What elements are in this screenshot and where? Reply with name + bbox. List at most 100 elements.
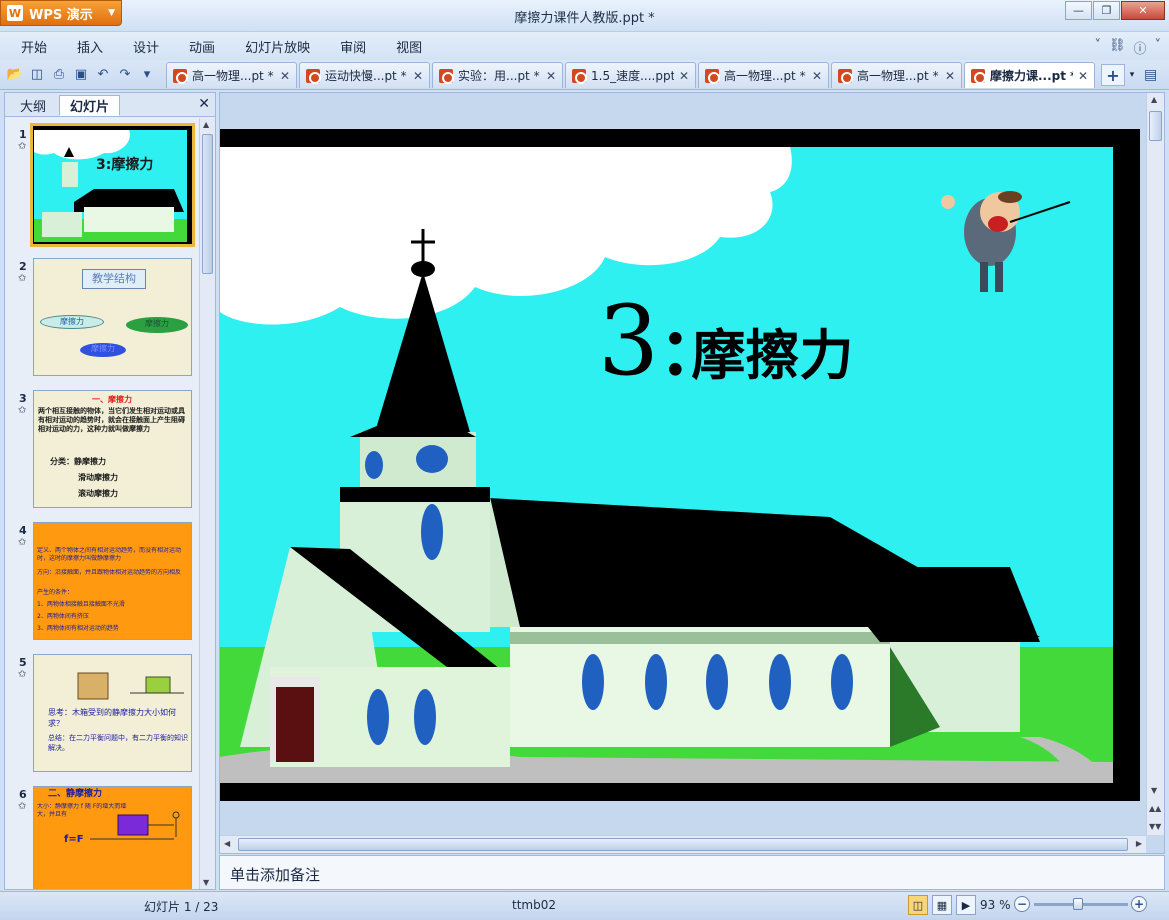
close-icon[interactable]: ✕: [679, 69, 689, 83]
help-icon[interactable]: ⓘ: [1133, 38, 1146, 57]
doc-tab[interactable]: 高一物理...pt * ✕: [166, 62, 297, 88]
prev-slide-icon[interactable]: ▲▲: [1149, 804, 1161, 813]
quick-tools: 📂 ◫ ⎙ ▣ ↶ ↷ ▾: [6, 65, 156, 83]
close-icon[interactable]: ✕: [280, 69, 290, 83]
star-icon: ✩: [18, 405, 27, 416]
menu-design[interactable]: 设计: [133, 37, 159, 56]
chevron-down-icon[interactable]: ▾: [1126, 64, 1138, 86]
thumbnail-row[interactable]: 1 ✩ 3:摩擦力: [5, 122, 200, 248]
add-tab-icon[interactable]: +: [1101, 64, 1125, 86]
normal-view-icon[interactable]: ◫: [908, 895, 928, 915]
save-icon[interactable]: ◫: [28, 65, 46, 83]
menu-slideshow[interactable]: 幻灯片放映: [245, 37, 310, 56]
doc-tab[interactable]: 运动快慢...pt * ✕: [299, 62, 430, 88]
doc-tab[interactable]: 实验：用...pt * ✕: [432, 62, 563, 88]
doc-tab[interactable]: 高一物理...pt * ✕: [831, 62, 962, 88]
maximize-button[interactable]: ❐: [1093, 1, 1120, 20]
slide-title-text: 摩擦力: [691, 324, 854, 387]
slide-thumbnail[interactable]: 定义、两个物体之间有相对运动趋势，而没有相对运动时，这时的摩擦力叫做静摩擦力 方…: [33, 522, 192, 640]
tab-outline[interactable]: 大纲: [9, 95, 57, 116]
thumbnail-row[interactable]: 3 ✩ 一、摩擦力 两个相互接触的物体，当它们发生相对运动或具有相对运动的趋势时…: [5, 386, 200, 512]
document-tabs: 高一物理...pt * ✕ 运动快慢...pt * ✕ 实验：用...pt * …: [166, 62, 1095, 88]
thumbnail-text: 产生的条件：: [37, 589, 74, 596]
slide-horizontal-scrollbar[interactable]: ◀ ▶: [220, 835, 1146, 853]
menu-review[interactable]: 审阅: [340, 37, 366, 56]
force-diagram-icon: [90, 811, 180, 840]
undo-icon[interactable]: ↶: [94, 65, 112, 83]
menu-home[interactable]: 开始: [21, 37, 47, 56]
thumbnail-scrollbar[interactable]: ▲ ▼: [199, 118, 215, 889]
window-title: 摩擦力课件人教版.ppt *: [514, 11, 655, 26]
ppt-file-icon: [838, 68, 853, 84]
doc-tab-label: 1.5_速度....ppt *: [591, 69, 674, 83]
thumbnail-number: 2: [19, 260, 27, 273]
doc-tab-label: 运动快慢...pt *: [325, 69, 407, 83]
slide-sorter-icon[interactable]: ▦: [932, 895, 952, 915]
slide-thumbnail[interactable]: 思考：木箱受到的静摩擦力大小如何求？ 总结：在二力平衡问题中，有二力平衡的知识解…: [33, 654, 192, 772]
doc-tab-active[interactable]: 摩擦力课...pt * ✕: [964, 62, 1095, 88]
close-icon[interactable]: ✕: [945, 69, 955, 83]
menu-right-tools: ˅ ⛓ ⓘ ˅: [1094, 38, 1161, 57]
slide-indicator: 幻灯片 1 / 23: [144, 900, 219, 914]
thumbnail-row[interactable]: 5 ✩ 思考：木箱受到的静摩擦力大小如何求？ 总结：在二力平衡问题中，有二力平衡…: [5, 650, 200, 776]
slide-thumbnail[interactable]: 二、静摩擦力 大小：静摩擦力 f 随 F的增大而增大，并且有 f=F: [33, 786, 192, 889]
menu-animation[interactable]: 动画: [189, 37, 215, 56]
chevron-down-icon[interactable]: ˅: [1155, 38, 1162, 57]
next-slide-icon[interactable]: ▼▼: [1149, 822, 1161, 831]
menu-view[interactable]: 视图: [396, 37, 422, 56]
current-slide[interactable]: 3:摩擦力: [220, 129, 1140, 801]
close-icon[interactable]: ✕: [546, 69, 556, 83]
close-icon[interactable]: ✕: [198, 96, 210, 112]
scrollbar-thumb[interactable]: [238, 838, 1128, 851]
close-icon[interactable]: ✕: [812, 69, 822, 83]
scroll-up-icon[interactable]: ▲: [203, 120, 209, 129]
close-icon[interactable]: ✕: [413, 69, 423, 83]
tab-list-icon[interactable]: ▤: [1144, 64, 1164, 86]
slide-canvas: 3:摩擦力: [220, 147, 1113, 783]
thumbnail-row[interactable]: 4 ✩ 定义、两个物体之间有相对运动趋势，而没有相对运动时，这时的摩擦力叫做静摩…: [5, 518, 200, 644]
print-icon[interactable]: ⎙: [50, 65, 68, 83]
slide-vertical-scrollbar[interactable]: ▲ ▼ ▲▲ ▼▼: [1146, 93, 1164, 835]
church-thumb-icon: [34, 127, 191, 243]
slideshow-icon[interactable]: ▶: [956, 895, 976, 915]
star-icon: ✩: [18, 669, 27, 680]
zoom-level[interactable]: 93 %: [980, 898, 1011, 912]
tab-slides[interactable]: 幻灯片: [59, 95, 121, 116]
notes-pane[interactable]: 单击添加备注: [219, 855, 1165, 890]
scroll-down-icon[interactable]: ▼: [203, 878, 209, 887]
thumbnail-row[interactable]: 6 ✩ 二、静摩擦力 大小：静摩擦力 f 随 F的增大而增大，并且有 f=F: [5, 782, 200, 889]
slide-thumbnail[interactable]: 3:摩擦力: [30, 123, 195, 247]
star-icon: ✩: [18, 141, 27, 152]
redo-icon[interactable]: ↷: [116, 65, 134, 83]
thumbnail-text: 教学结构: [82, 269, 146, 289]
close-icon[interactable]: ✕: [1078, 69, 1088, 83]
scrollbar-thumb[interactable]: [1149, 111, 1162, 141]
chevron-down-icon[interactable]: ˅: [1094, 38, 1101, 57]
doc-tab[interactable]: 1.5_速度....ppt * ✕: [565, 62, 696, 88]
thumbnail-text: 定义、两个物体之间有相对运动趋势，而没有相对运动时，这时的摩擦力叫做静摩擦力: [37, 547, 182, 562]
thumbnail-text: 思考：木箱受到的静摩擦力大小如何求？: [48, 708, 176, 728]
scroll-right-icon[interactable]: ▶: [1136, 839, 1142, 848]
thumbnail-number: 3: [19, 392, 27, 405]
open-icon[interactable]: 📂: [6, 65, 24, 83]
customize-toolbar-icon[interactable]: ▾: [138, 65, 156, 83]
preview-icon[interactable]: ▣: [72, 65, 90, 83]
doc-tab[interactable]: 高一物理...pt * ✕: [698, 62, 829, 88]
close-window-button[interactable]: ✕: [1121, 1, 1165, 20]
thumbnail-text: 二、静摩擦力: [48, 789, 103, 799]
zoom-in-button[interactable]: +: [1131, 896, 1147, 912]
scroll-down-icon[interactable]: ▼: [1151, 786, 1157, 795]
zoom-slider[interactable]: [1034, 898, 1128, 910]
zoom-out-button[interactable]: −: [1014, 896, 1030, 912]
slide-title[interactable]: 3:摩擦力: [598, 285, 853, 397]
slide-thumbnail[interactable]: 一、摩擦力 两个相互接触的物体，当它们发生相对运动或具有相对运动的趋势时，就会在…: [33, 390, 192, 508]
scrollbar-thumb[interactable]: [202, 134, 213, 274]
scroll-left-icon[interactable]: ◀: [224, 839, 230, 848]
scroll-up-icon[interactable]: ▲: [1151, 95, 1157, 104]
shirt-icon[interactable]: ⛓: [1109, 38, 1126, 57]
slide-thumbnail[interactable]: 教学结构 摩擦力 摩擦力 摩擦力: [33, 258, 192, 376]
menu-insert[interactable]: 插入: [77, 37, 103, 56]
zoom-slider-handle[interactable]: [1073, 898, 1084, 910]
thumbnail-row[interactable]: 2 ✩ 教学结构 摩擦力 摩擦力 摩擦力: [5, 254, 200, 380]
minimize-button[interactable]: —: [1065, 1, 1092, 20]
